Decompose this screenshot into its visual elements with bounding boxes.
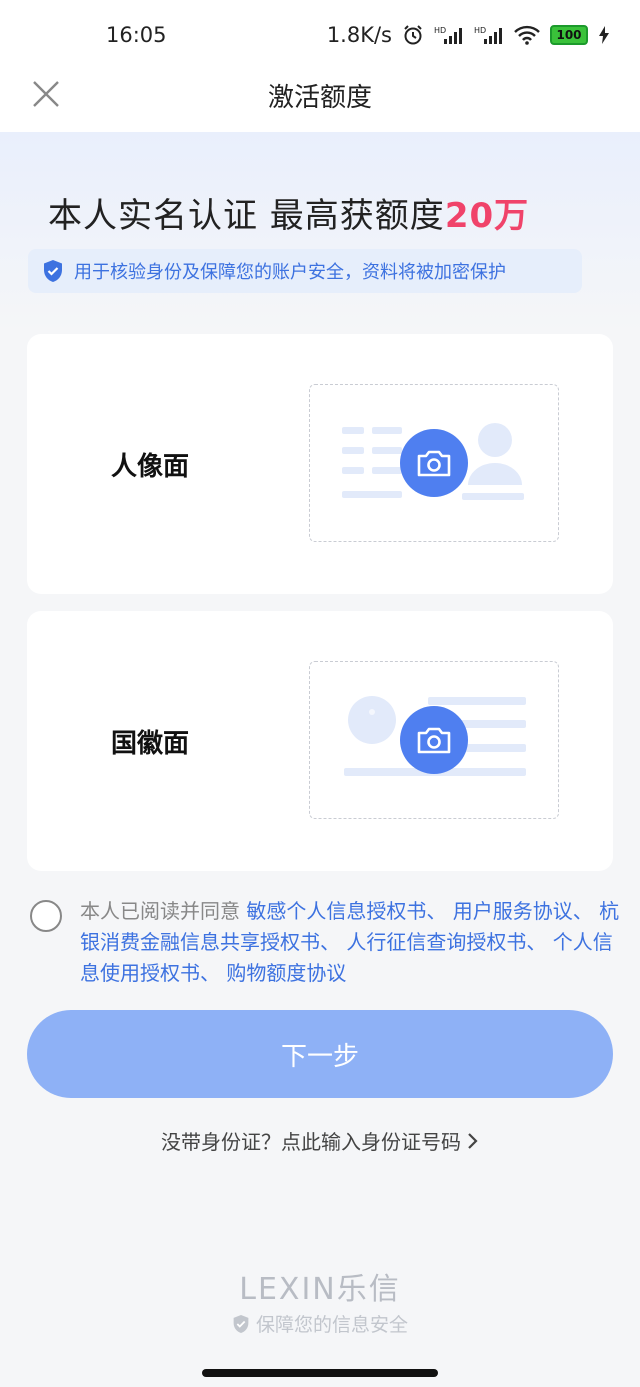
lexin-logo: LEXIN乐信 [239, 1272, 401, 1307]
shield-check-icon [233, 1314, 249, 1333]
shield-check-icon [44, 260, 62, 282]
chevron-right-icon [468, 1132, 478, 1149]
agreement-text: 本人已阅读并同意 敏感个人信息授权书、 用户服务协议、 杭银消费金融信息共享授权… [80, 896, 620, 989]
alarm-icon [402, 24, 424, 46]
id-back-label: 国徽面 [111, 729, 190, 759]
id-back-card: 国徽面 [27, 611, 613, 871]
id-back-camera-button[interactable] [400, 706, 468, 774]
wifi-icon [514, 25, 540, 45]
home-indicator[interactable] [202, 1369, 438, 1377]
security-notice: 用于核验身份及保障您的账户安全，资料将被加密保护 [28, 249, 582, 293]
agreement-checkbox[interactable] [30, 900, 62, 932]
status-icons: 1.8K/s HD HD 100 [327, 23, 610, 47]
network-speed: 1.8K/s [326, 23, 392, 47]
id-front-label: 人像面 [111, 452, 190, 482]
security-footer-text: 保障您的信息安全 [255, 1314, 408, 1336]
hd-signal-icon: HD [434, 25, 464, 45]
id-front-camera-button[interactable] [400, 429, 468, 497]
id-back-upload[interactable] [309, 661, 559, 819]
hd-signal-icon: HD [474, 25, 504, 45]
agreement-link-credit-query[interactable]: 人行征信查询授权书、 [346, 930, 546, 954]
status-time: 16:05 [106, 23, 167, 47]
headline-text: 本人实名认证 最高获额度 [48, 196, 445, 236]
headline: 本人实名认证 最高获额度20万 [48, 188, 529, 237]
agreement-link-sensitive-info[interactable]: 敏感个人信息授权书、 [246, 899, 446, 923]
battery-icon: 100 [550, 25, 588, 45]
charging-icon [598, 25, 610, 45]
id-front-upload[interactable] [309, 384, 559, 542]
manual-id-entry-link[interactable]: 没带身份证？点此输入身份证号码 [0, 1126, 640, 1155]
svg-text:HD: HD [434, 26, 446, 35]
agreement-link-user-service[interactable]: 用户服务协议、 [453, 899, 593, 923]
svg-text:HD: HD [474, 26, 486, 35]
agreement-prefix: 本人已阅读并同意 [80, 899, 240, 923]
security-notice-text: 用于核验身份及保障您的账户安全，资料将被加密保护 [74, 262, 506, 283]
page-title: 激活额度 [267, 82, 372, 113]
security-footer: 保障您的信息安全 [0, 1310, 640, 1337]
next-button-label: 下一步 [280, 1041, 359, 1072]
camera-icon [417, 727, 451, 754]
next-button[interactable]: 下一步 [27, 1010, 613, 1098]
agreement-link-shopping-quota[interactable]: 购物额度协议 [226, 961, 346, 985]
nav-bar: 激活额度 [0, 58, 640, 132]
camera-icon [417, 450, 451, 477]
id-front-card: 人像面 [27, 334, 613, 594]
manual-id-entry-text: 没带身份证？点此输入身份证号码 [161, 1130, 461, 1154]
headline-amount: 20万 [444, 196, 530, 236]
close-icon [33, 81, 59, 107]
close-button[interactable] [26, 74, 66, 114]
